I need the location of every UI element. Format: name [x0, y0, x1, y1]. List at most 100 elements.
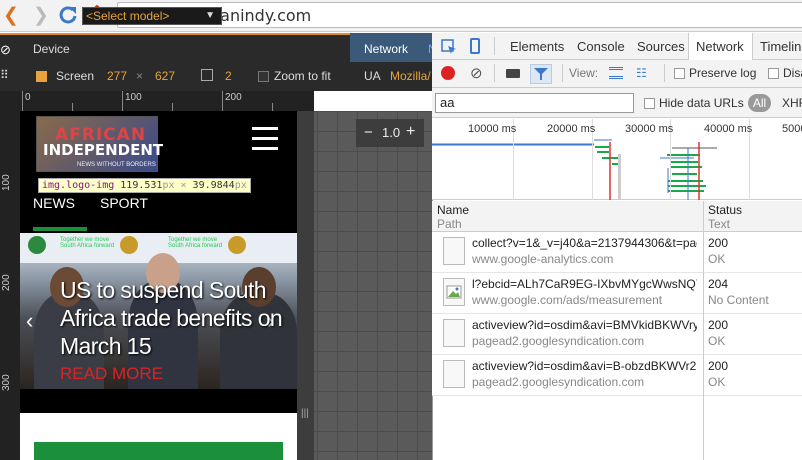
reload-icon[interactable]	[57, 4, 79, 26]
request-status-text: No Content	[708, 293, 769, 307]
request-status: 200	[708, 236, 729, 250]
element-inspect-tooltip: img.logo-img 119.531px × 39.9844px	[38, 178, 251, 193]
nav-link-sport[interactable]: SPORT	[100, 195, 148, 211]
tab-console[interactable]: Console	[577, 39, 625, 54]
ruler-tick-label: 300	[1, 374, 12, 391]
toolbar-divider	[494, 37, 495, 55]
overview-icon[interactable]: ☷	[636, 66, 647, 80]
zoom-out-button[interactable]: −	[364, 124, 373, 141]
device-model-select[interactable]: <Select model> ▼	[82, 7, 222, 25]
request-domain: pagead2.googlesyndication.com	[472, 334, 645, 348]
zoom-to-fit-checkbox[interactable]	[258, 71, 269, 82]
video-capture-icon[interactable]	[506, 69, 520, 78]
carousel-prev-icon[interactable]: ‹	[26, 308, 33, 334]
toolbar-divider	[664, 64, 665, 82]
tooltip-height: 39.9844	[192, 180, 235, 191]
clear-icon[interactable]: ⊘	[470, 64, 483, 82]
ua-input[interactable]: Mozilla/	[390, 69, 431, 83]
read-more-link[interactable]: READ MORE	[60, 364, 163, 384]
filter-toggle[interactable]	[530, 64, 552, 84]
zoom-in-button[interactable]: +	[406, 123, 415, 141]
drag-handle-icon[interactable]: ⠿	[0, 68, 9, 82]
disable-cache-checkbox[interactable]	[768, 68, 779, 79]
ruler-tick-label: 100	[125, 92, 142, 103]
ruler-tick-label: 0	[25, 92, 31, 103]
image-icon	[443, 278, 465, 306]
document-icon	[443, 319, 465, 347]
table-row[interactable]: l?ebcid=ALh7CaR9EG-IXbvMYgcWwsNQ7T... ww…	[432, 273, 802, 314]
ua-label: UA	[364, 69, 381, 83]
filter-all-button[interactable]: All	[748, 94, 771, 112]
hamburger-menu-icon[interactable]	[252, 127, 278, 151]
tab-timeline[interactable]: Timeline	[760, 39, 802, 54]
dpr-icon	[201, 69, 213, 81]
column-header-text[interactable]: Text	[708, 217, 730, 231]
active-nav-indicator	[33, 227, 87, 231]
site-logo[interactable]: AFRICAN INDEPENDENT NEWS WITHOUT BORDERS	[36, 116, 163, 172]
request-domain: www.google.com/ads/measurement	[472, 293, 663, 307]
screen-height-input[interactable]: 627	[155, 69, 175, 83]
network-label: Network	[364, 42, 409, 56]
large-rows-icon[interactable]	[609, 67, 623, 79]
filter-xhr-button[interactable]: XHR	[782, 96, 802, 110]
ruler-tick-label: 200	[225, 92, 242, 103]
dpr-input[interactable]: 2	[225, 69, 232, 83]
resize-grip-icon[interactable]: |||	[301, 408, 309, 419]
filter-input[interactable]: aa	[435, 93, 634, 113]
preserve-log-label: Preserve log	[689, 66, 757, 80]
request-domain: pagead2.googlesyndication.com	[472, 375, 645, 389]
horizontal-ruler: 0 100 200	[0, 91, 314, 111]
vertical-ruler: 100 200 300	[0, 111, 20, 460]
nav-link-news[interactable]: NEWS	[33, 195, 75, 211]
hero-headline[interactable]: US to suspend South Africa trade benefit…	[60, 276, 290, 360]
screen-label: Screen	[56, 69, 95, 83]
hide-data-urls-checkbox[interactable]	[644, 98, 655, 109]
request-name: activeview?id=osdim&avi=BMVkidBKWVry...	[472, 318, 697, 332]
tab-network[interactable]: Network	[696, 39, 744, 54]
preserve-log-checkbox[interactable]	[674, 68, 685, 79]
toolbar-divider	[562, 64, 563, 82]
ruler-tick-label: 200	[1, 274, 12, 291]
table-row[interactable]: activeview?id=osdim&avi=B-obzdBKWVr2n...…	[432, 355, 802, 396]
request-status: 204	[708, 277, 729, 291]
emulator-backdrop	[297, 111, 432, 460]
request-status-text: OK	[708, 375, 726, 389]
request-name: l?ebcid=ALh7CaR9EG-IXbvMYgcWwsNQ7T...	[472, 277, 697, 291]
request-domain: www.google-analytics.com	[472, 252, 614, 266]
timeline-tick-label: 5000	[782, 123, 802, 135]
column-header-path[interactable]: Path	[437, 217, 462, 231]
tooltip-width: 119.531	[120, 180, 163, 191]
document-icon	[443, 360, 465, 388]
hide-data-urls-label: Hide data URLs	[659, 96, 744, 110]
device-label: Device	[33, 42, 70, 56]
request-status: 200	[708, 318, 729, 332]
logo-tagline: NEWS WITHOUT BORDERS	[77, 162, 156, 168]
screen-width-input[interactable]: 277	[107, 69, 127, 83]
column-divider[interactable]	[703, 201, 704, 460]
table-row[interactable]: activeview?id=osdim&avi=BMVkidBKWVry... …	[432, 314, 802, 355]
record-icon[interactable]	[441, 66, 455, 80]
inspect-element-icon[interactable]	[441, 39, 457, 58]
chevron-down-icon: ▼	[205, 10, 215, 21]
disable-cache-label: Disa	[783, 66, 802, 80]
tooltip-selector: img.logo-img	[42, 180, 115, 191]
timeline-tick-label: 20000 ms	[547, 123, 596, 135]
document-icon	[443, 237, 465, 265]
request-table-header	[432, 201, 802, 232]
forward-arrow-icon[interactable]: ❯	[30, 4, 52, 26]
request-status-text: OK	[708, 334, 726, 348]
column-header-name[interactable]: Name	[437, 203, 469, 217]
timeline-tick-label: 40000 ms	[704, 123, 753, 135]
no-entry-icon[interactable]: ⊘	[0, 42, 11, 58]
device-model-value: <Select model>	[86, 9, 170, 23]
back-arrow-icon[interactable]: ❮	[0, 4, 22, 26]
request-status: 200	[708, 359, 729, 373]
table-row[interactable]: collect?v=1&_v=j40&a=2137944306&t=pag...…	[432, 232, 802, 273]
tooltip-unit: px	[234, 180, 247, 191]
tab-elements[interactable]: Elements	[510, 39, 564, 54]
tab-sources[interactable]: Sources	[637, 39, 685, 54]
logo-line2: INDEPENDENT	[43, 141, 164, 159]
column-header-status[interactable]: Status	[708, 203, 742, 217]
screen-checkbox[interactable]	[36, 71, 47, 82]
device-mode-icon[interactable]	[470, 38, 480, 54]
